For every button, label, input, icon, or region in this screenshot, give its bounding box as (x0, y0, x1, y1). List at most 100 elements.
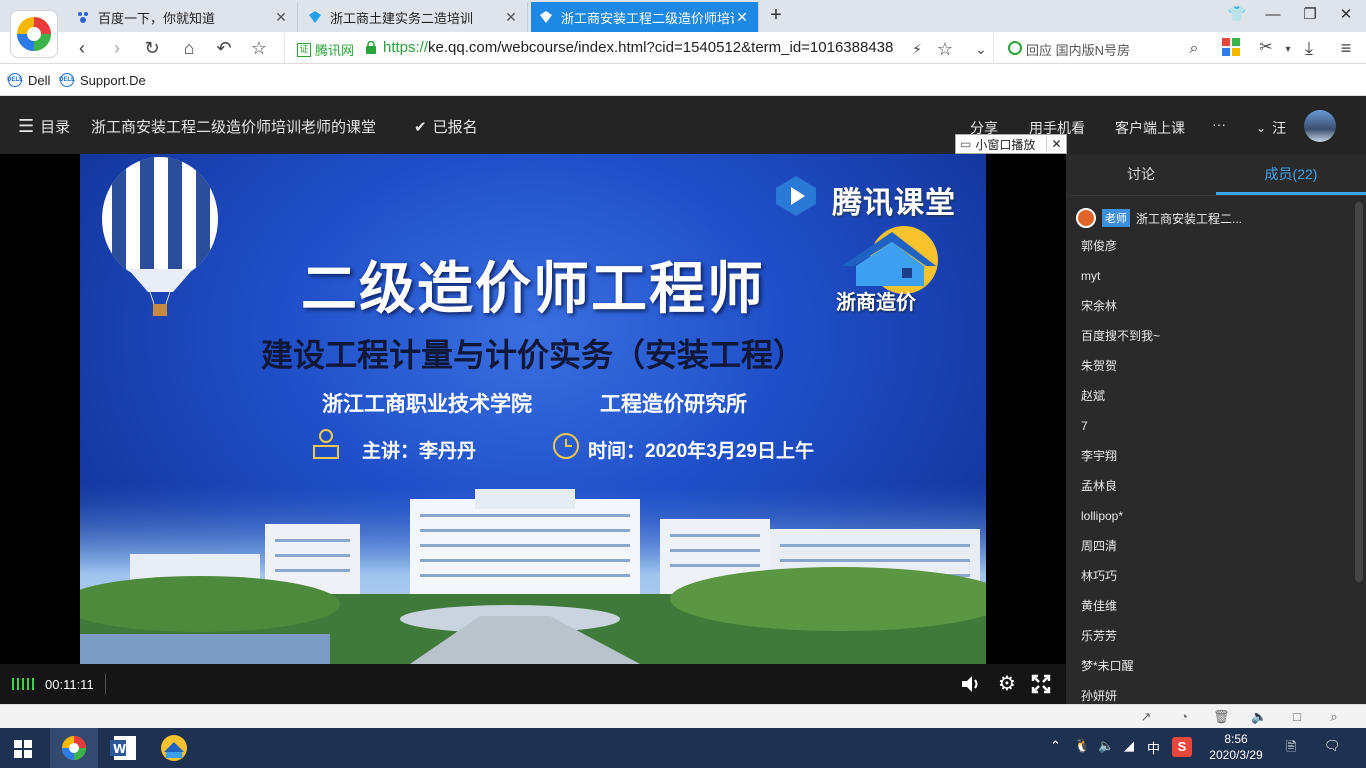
tab-label: 浙工商安装工程二级造价师培训 (561, 10, 734, 26)
scissors-icon[interactable]: ✂ (1254, 36, 1278, 60)
tab-discussion[interactable]: 讨论 (1066, 154, 1216, 194)
download-icon[interactable]: ⤓ (1297, 36, 1321, 60)
time: 时间：2020年3月29日上午 (588, 441, 814, 462)
bookmarks-bar: DELL Dell DELL Support.De (0, 64, 1366, 96)
close-tab-icon[interactable]: ✕ (503, 9, 519, 26)
trash-icon[interactable]: 🗑 (1213, 709, 1230, 725)
user-menu[interactable]: ⌄ 汪 (1256, 118, 1286, 138)
clock-date: 2020/3/29 (1209, 748, 1263, 762)
list-item[interactable]: 李宇翔 (1081, 441, 1117, 471)
address-bar[interactable]: 证 腾讯网 https://ke.qq.com/webcourse/index.… (284, 33, 994, 63)
list-item[interactable]: 孟林良 (1081, 471, 1117, 501)
user-name: 汪 (1272, 120, 1287, 136)
tab-members[interactable]: 成员(22) (1216, 154, 1366, 194)
list-item[interactable]: 朱贺贺 (1081, 351, 1117, 381)
list-item[interactable]: 宋余林 (1081, 291, 1117, 321)
svg-text:W: W (113, 742, 126, 756)
zoom-icon[interactable]: ⌕ (1326, 709, 1342, 725)
menu-icon[interactable]: ≡ (1334, 36, 1358, 60)
mini-window-play-button[interactable]: ▭ 小窗口播放 ✕ (955, 134, 1067, 154)
list-item[interactable]: lollipop* (1081, 501, 1123, 531)
campus-photo-image (80, 484, 986, 664)
list-item[interactable]: 林巧巧 (1081, 561, 1117, 591)
client-class-button[interactable]: 客户端上课 (1115, 118, 1185, 138)
clock[interactable]: 8:56 2020/3/29 (1198, 731, 1274, 763)
teacher-badge: 老师 (1102, 209, 1130, 227)
bookmark-dell[interactable]: DELL Dell (7, 71, 51, 89)
taskbar-browser-icon[interactable] (60, 734, 88, 762)
teacher-row[interactable]: 老师 浙工商安装工程二... (1076, 206, 1366, 230)
back-icon[interactable]: ‹ (70, 36, 94, 60)
shirt-skin-icon[interactable]: 👕 (1225, 4, 1249, 26)
forward-icon[interactable]: › (105, 36, 129, 60)
windows-start-icon[interactable] (14, 740, 32, 758)
tab-tujian[interactable]: 浙工商土建实务二造培训 ✕ (300, 2, 528, 32)
lecturer-icon (312, 428, 340, 462)
list-menu-icon: ☰ (18, 116, 35, 136)
notification-icon[interactable]: 🗨 (1324, 738, 1341, 754)
browser-tab-strip: 百度一下，你就知道 ✕ 浙工商土建实务二造培训 ✕ 浙工商安装工程二级造价师培训… (0, 0, 1366, 32)
fullscreen-icon[interactable] (1031, 674, 1051, 694)
taskbar-tencent-class-icon[interactable] (160, 734, 188, 762)
maximize-icon[interactable]: ❐ (1298, 4, 1322, 26)
list-item[interactable]: 周四清 (1081, 531, 1117, 561)
url-text[interactable]: https://ke.qq.com/webcourse/index.html?c… (383, 39, 903, 56)
bookmark-label: Dell (28, 72, 51, 88)
lightning-icon[interactable]: ⚡ (905, 37, 929, 61)
close-tab-icon[interactable]: ✕ (273, 9, 289, 26)
window-icon[interactable]: □ (1289, 709, 1305, 725)
home-icon[interactable]: ⌂ (177, 36, 201, 60)
volume-icon[interactable]: 🔈 (1251, 709, 1267, 725)
minimize-icon[interactable]: — (1261, 4, 1285, 26)
brand-name: 腾讯课堂 (832, 187, 956, 220)
search-input[interactable]: 回应 国内版N号房 (1026, 40, 1130, 59)
list-item[interactable]: 百度搜不到我~ (1081, 321, 1160, 351)
enrolled-status: ✔ 已报名 (414, 116, 478, 137)
qq-penguin-icon[interactable]: 🐧 (1074, 738, 1090, 754)
tab-anzhuang[interactable]: 浙工商安装工程二级造价师培训 ✕ (531, 2, 759, 32)
undo-icon[interactable]: ↶ (212, 36, 236, 60)
network-icon[interactable]: ◢ (1124, 738, 1134, 754)
list-item[interactable]: myt (1081, 261, 1100, 291)
clock-time: 8:56 (1224, 732, 1248, 746)
side-panel: 讨论 成员(22) 老师 浙工商安装工程二... 郭俊彦 myt 宋余林 百度搜… (1066, 154, 1366, 704)
avatar[interactable] (1304, 110, 1336, 142)
ime-indicator[interactable]: 中 (1147, 738, 1160, 757)
settings-gear-icon[interactable]: ⚙ (996, 673, 1018, 695)
volume-icon[interactable] (960, 674, 982, 694)
browser-logo[interactable] (10, 10, 58, 58)
chevron-down-icon[interactable]: ⌄ (969, 37, 993, 61)
chevron-up-icon[interactable]: ⌃ (1050, 738, 1061, 754)
list-item[interactable]: 黄佳维 (1081, 591, 1117, 621)
list-item[interactable]: 7 (1081, 411, 1088, 441)
notepad-icon[interactable]: 🖹 (1286, 738, 1296, 760)
bookmark-star-icon[interactable]: ☆ (247, 36, 271, 60)
list-item[interactable]: 孙妍妍 (1081, 681, 1117, 704)
catalog-button[interactable]: ☰ 目录 (18, 116, 70, 137)
list-item[interactable]: 乐芳芳 (1081, 621, 1117, 651)
sogou-ime-icon[interactable]: S (1172, 737, 1192, 757)
list-item[interactable]: 梦*未口醒 (1081, 651, 1134, 681)
reload-icon[interactable]: ↻ (140, 36, 164, 60)
favorite-star-icon[interactable]: ☆ (933, 37, 957, 61)
more-actions-button[interactable]: ··· (1212, 116, 1226, 132)
scrollbar[interactable] (1355, 202, 1363, 582)
rocket-icon[interactable]: ↗ (1138, 709, 1154, 725)
list-item[interactable]: 赵斌 (1081, 381, 1105, 411)
divider (105, 674, 106, 694)
speaker-icon[interactable]: 🔈 (1098, 738, 1114, 754)
close-icon[interactable]: ✕ (1046, 137, 1066, 151)
close-window-icon[interactable]: ✕ (1334, 4, 1358, 26)
new-tab-icon[interactable]: + (764, 4, 788, 26)
tab-baidu[interactable]: 百度一下，你就知道 ✕ (68, 2, 298, 32)
list-item[interactable]: 郭俊彦 (1081, 231, 1117, 261)
close-tab-icon[interactable]: ✕ (734, 9, 750, 26)
tencent-class-icon (540, 11, 552, 23)
taskbar-word-icon[interactable]: W (110, 734, 138, 762)
speedup-icon[interactable]: ◔ (1176, 709, 1192, 725)
apps-grid-icon[interactable] (1222, 38, 1242, 58)
search-icon[interactable]: ⌕ (1182, 37, 1206, 61)
bookmark-support[interactable]: DELL Support.De (59, 71, 146, 89)
bookmark-label: Support.De (80, 72, 146, 88)
search-box[interactable]: 回应 国内版N号房 ⌕ (996, 33, 1210, 63)
